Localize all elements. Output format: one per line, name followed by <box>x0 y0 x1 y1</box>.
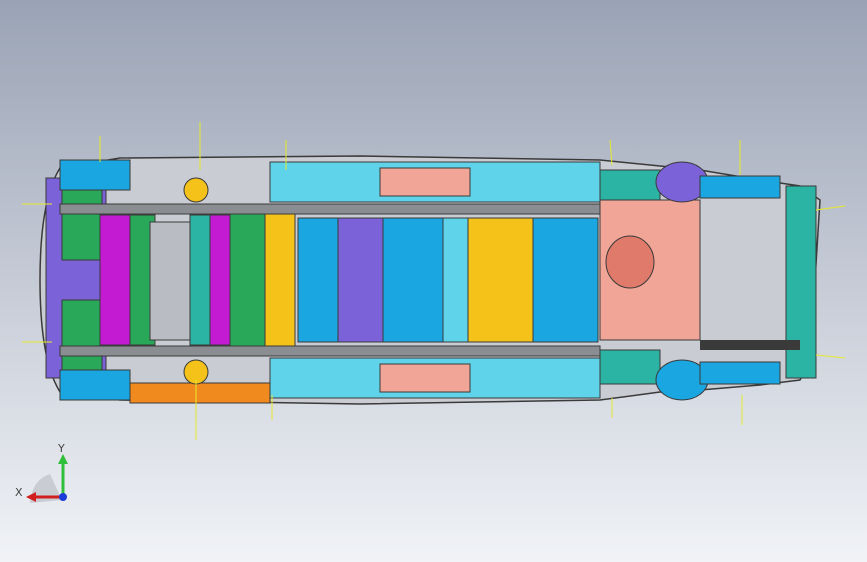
seat-crossmember <box>442 217 469 343</box>
spare-wheel-tub <box>605 235 655 289</box>
cad-scene[interactable]: Y X <box>0 0 867 562</box>
right-longitudinal-rail <box>59 345 601 357</box>
rear-left-wheelhouse <box>599 169 661 201</box>
rear-crossmember <box>700 340 800 350</box>
rear-right-rail <box>699 361 781 385</box>
front-left-wheelhouse <box>59 159 131 191</box>
front-floor-right <box>382 217 444 343</box>
left-longitudinal-rail <box>59 203 601 215</box>
rear-right-wheelhouse <box>599 349 661 385</box>
engine-bay-plate <box>149 221 191 341</box>
front-crossmember <box>99 214 131 346</box>
tunnel-section <box>337 217 384 343</box>
rear-floor-cyan <box>532 217 599 343</box>
front-right-panel <box>61 299 103 371</box>
right-sill-front-orange <box>129 382 271 404</box>
y-axis-label: Y <box>57 442 65 455</box>
front-right-wheelhouse <box>59 369 131 401</box>
rear-seat-floor-yellow <box>467 217 534 343</box>
left-sill-reinforcement <box>379 167 471 197</box>
front-floor-left <box>297 217 339 343</box>
left-strut-mount <box>183 177 209 203</box>
right-sill-reinforcement <box>379 363 471 393</box>
dash-panel-green <box>229 209 266 351</box>
front-left-panel <box>61 189 103 261</box>
rear-left-rail <box>699 175 781 199</box>
dash-crossmember-yellow <box>264 211 296 351</box>
front-rail-teal <box>189 214 211 346</box>
z-axis-dot <box>59 493 67 501</box>
front-rail-magenta <box>209 214 231 346</box>
x-axis-label: X <box>15 486 23 499</box>
graphics-viewport[interactable]: Y X <box>0 0 867 562</box>
